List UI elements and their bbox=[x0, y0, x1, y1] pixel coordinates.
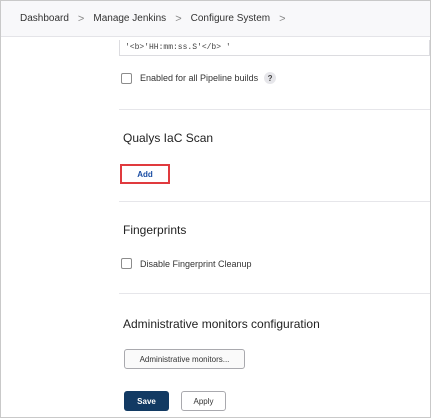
qualys-add-button[interactable]: Add bbox=[124, 167, 166, 181]
main-content: '<b>'HH:mm:ss.S'</b> ' Enabled for all P… bbox=[1, 38, 430, 417]
jenkins-configure-page: Dashboard > Manage Jenkins > Configure S… bbox=[0, 0, 431, 418]
breadcrumb-dashboard[interactable]: Dashboard bbox=[20, 13, 69, 24]
apply-button[interactable]: Apply bbox=[181, 391, 226, 411]
breadcrumb-manage-jenkins[interactable]: Manage Jenkins bbox=[93, 13, 166, 24]
help-icon[interactable]: ? bbox=[264, 72, 277, 84]
fingerprints-section-title: Fingerprints bbox=[123, 223, 187, 237]
pipeline-enabled-checkbox[interactable] bbox=[121, 72, 132, 84]
qualys-section-title: Qualys IaC Scan bbox=[123, 131, 214, 145]
timestamp-format-field[interactable]: '<b>'HH:mm:ss.S'</b> ' bbox=[119, 40, 430, 56]
pipeline-option-row: Enabled for all Pipeline builds ? bbox=[121, 72, 277, 84]
add-button-highlight: Add bbox=[120, 164, 170, 184]
section-divider bbox=[119, 293, 430, 294]
administrative-monitors-button[interactable]: Administrative monitors... bbox=[124, 349, 245, 369]
breadcrumb: Dashboard > Manage Jenkins > Configure S… bbox=[1, 1, 430, 37]
fingerprint-cleanup-row: Disable Fingerprint Cleanup bbox=[121, 258, 252, 269]
save-button[interactable]: Save bbox=[124, 391, 169, 411]
chevron-right-icon: > bbox=[279, 12, 286, 25]
chevron-right-icon: > bbox=[77, 12, 85, 25]
breadcrumb-configure-system[interactable]: Configure System bbox=[191, 13, 270, 24]
admin-monitors-section-title: Administrative monitors configuration bbox=[123, 317, 320, 331]
disable-fingerprint-cleanup-checkbox[interactable] bbox=[121, 258, 132, 269]
section-divider bbox=[119, 109, 430, 110]
chevron-right-icon: > bbox=[175, 12, 182, 25]
fingerprint-cleanup-label: Disable Fingerprint Cleanup bbox=[140, 258, 252, 269]
pipeline-option-label: Enabled for all Pipeline builds bbox=[140, 73, 259, 83]
section-divider bbox=[119, 201, 430, 202]
